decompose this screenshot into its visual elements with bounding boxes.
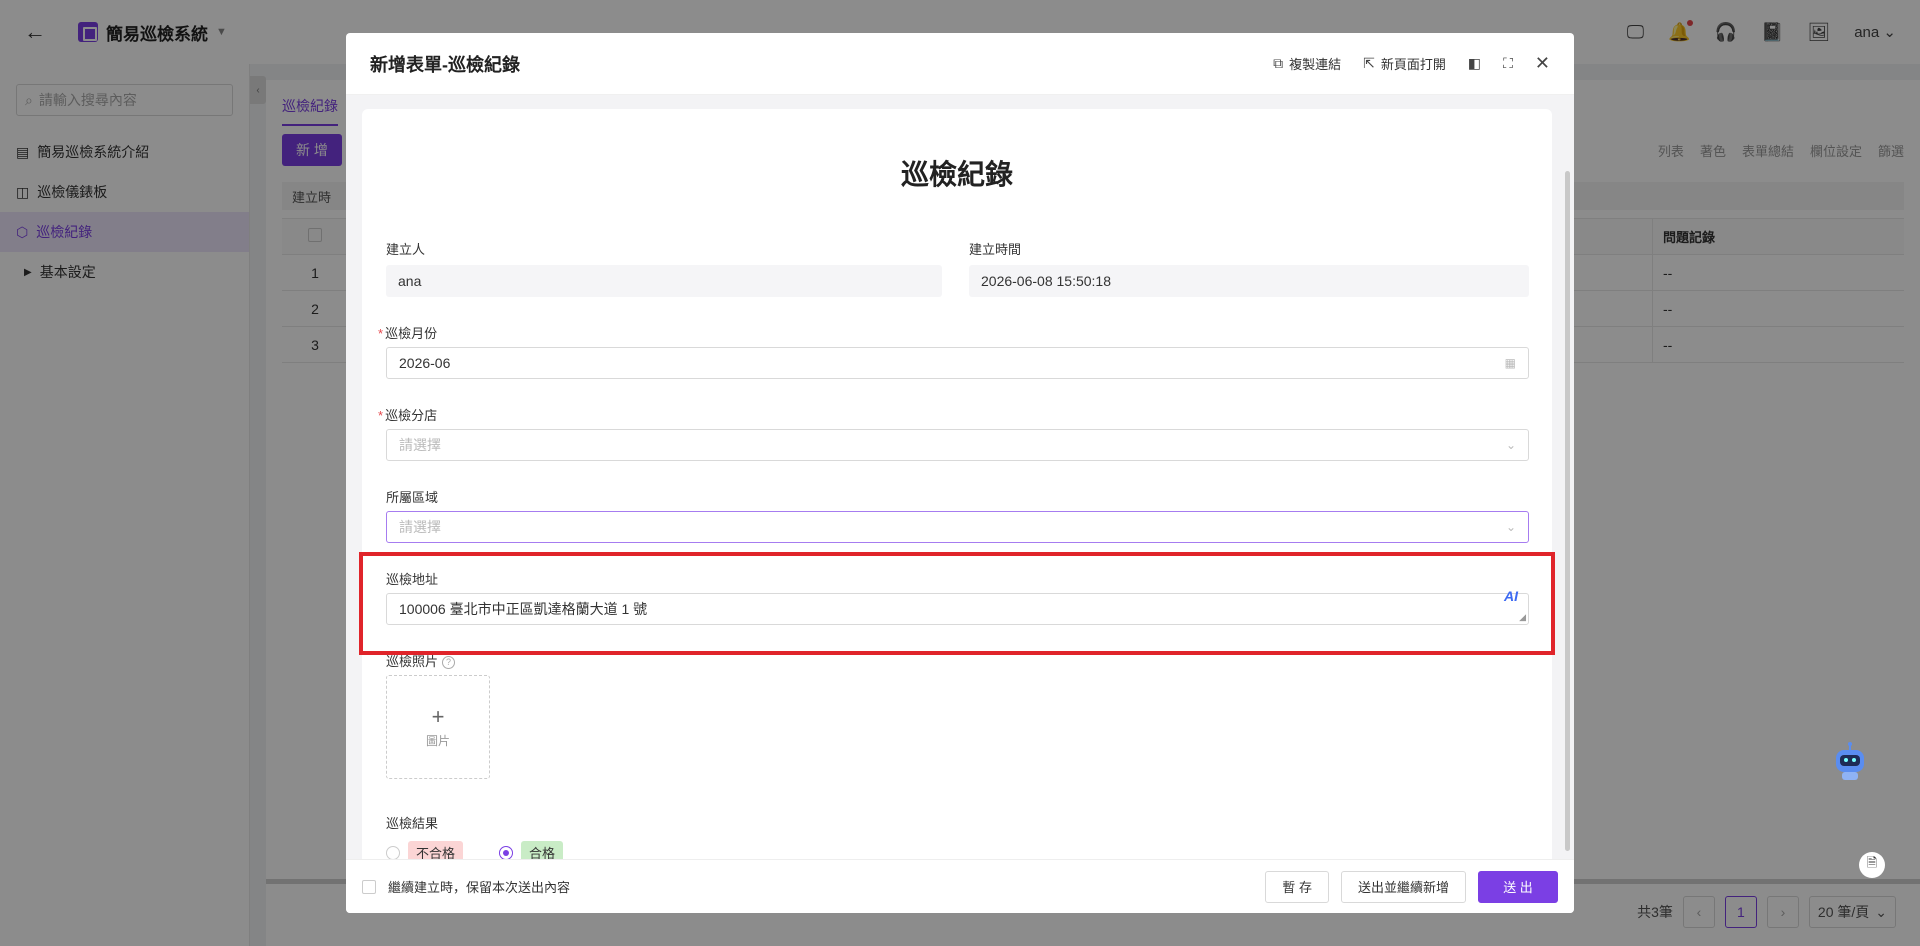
photo-label-text: 巡檢照片 [386, 654, 439, 669]
modal-header: 新增表單-巡檢紀錄 ⧉ 複製連結 ⇱ 新頁面打開 ◧ ⛶ ✕ [346, 33, 1574, 95]
copy-link-button[interactable]: ⧉ 複製連結 [1273, 54, 1341, 73]
month-value: 2026-06 [399, 355, 451, 371]
upload-text: 圖片 [425, 733, 450, 748]
keep-content-label: 繼續建立時，保留本次送出內容 [388, 880, 571, 895]
chevron-down-icon: ⌄ [1505, 438, 1516, 452]
radio-fail[interactable] [386, 845, 400, 860]
month-picker[interactable]: 2026-06 ▦ [386, 347, 1529, 379]
calendar-icon: ▦ [1504, 356, 1516, 370]
modal-actions: ⧉ 複製連結 ⇱ 新頁面打開 ◧ ⛶ ✕ [1273, 53, 1550, 74]
new-form-modal: 新增表單-巡檢紀錄 ⧉ 複製連結 ⇱ 新頁面打開 ◧ ⛶ ✕ 巡檢紀錄 建立人 an… [346, 33, 1574, 913]
copy-icon: ⧉ [1273, 55, 1284, 71]
external-link-icon: ⇱ [1363, 55, 1375, 71]
modal-scrollbar[interactable] [1565, 171, 1570, 851]
month-label-text: 巡檢月份 [385, 326, 438, 341]
result-label: 巡檢結果 [386, 816, 439, 831]
branch-label: * 巡檢分店 [378, 408, 438, 423]
plus-icon: + [431, 703, 445, 729]
highlight-annotation [359, 552, 1555, 655]
modal-title: 新增表單-巡檢紀錄 [370, 54, 520, 75]
created-time-field: 2026-06-08 15:50:18 [969, 265, 1529, 297]
created-time-label: 建立時間 [969, 242, 1022, 257]
keep-content-checkbox[interactable] [362, 879, 376, 894]
document-icon[interactable]: 🗎 [1859, 852, 1885, 878]
chevron-down-icon: ⌄ [1505, 520, 1516, 534]
submit-button[interactable]: 送 出 [1478, 870, 1558, 903]
assistant-robot-icon[interactable] [1830, 740, 1870, 784]
save-draft-button[interactable]: 暫 存 [1265, 870, 1329, 903]
open-new-page-button[interactable]: ⇱ 新頁面打開 [1363, 54, 1446, 73]
branch-placeholder: 請選擇 [399, 437, 441, 453]
modal-footer: 繼續建立時，保留本次送出內容 暫 存 送出並繼續新增 送 出 [346, 859, 1574, 913]
branch-select[interactable]: 請選擇 ⌄ [386, 429, 1529, 461]
creator-label: 建立人 [386, 242, 426, 257]
close-icon[interactable]: ✕ [1535, 53, 1550, 74]
branch-label-text: 巡檢分店 [385, 408, 438, 423]
help-icon[interactable]: ? [442, 656, 456, 670]
radio-pass[interactable] [499, 845, 514, 860]
photo-upload[interactable]: + 圖片 [386, 675, 490, 779]
area-placeholder: 請選擇 [399, 519, 441, 535]
open-new-label: 新頁面打開 [1380, 57, 1446, 72]
footer-buttons: 暫 存 送出並繼續新增 送 出 [1265, 870, 1558, 903]
modal-body: 巡檢紀錄 建立人 ana 建立時間 2026-06-08 15:50:18 * 巡… [346, 95, 1574, 895]
creator-field: ana [386, 265, 942, 297]
form-title: 巡檢紀錄 [900, 159, 1013, 190]
month-label: * 巡檢月份 [378, 326, 438, 341]
area-select[interactable]: 請選擇 ⌄ [386, 511, 1529, 543]
fullscreen-icon[interactable]: ⛶ [1503, 55, 1513, 72]
area-label: 所屬區域 [386, 490, 439, 505]
form-card: 巡檢紀錄 建立人 ana 建立時間 2026-06-08 15:50:18 * 巡… [362, 109, 1552, 869]
copy-link-label: 複製連結 [1289, 57, 1342, 72]
submit-continue-button[interactable]: 送出並繼續新增 [1340, 870, 1466, 903]
side-panel-icon[interactable]: ◧ [1468, 55, 1481, 72]
